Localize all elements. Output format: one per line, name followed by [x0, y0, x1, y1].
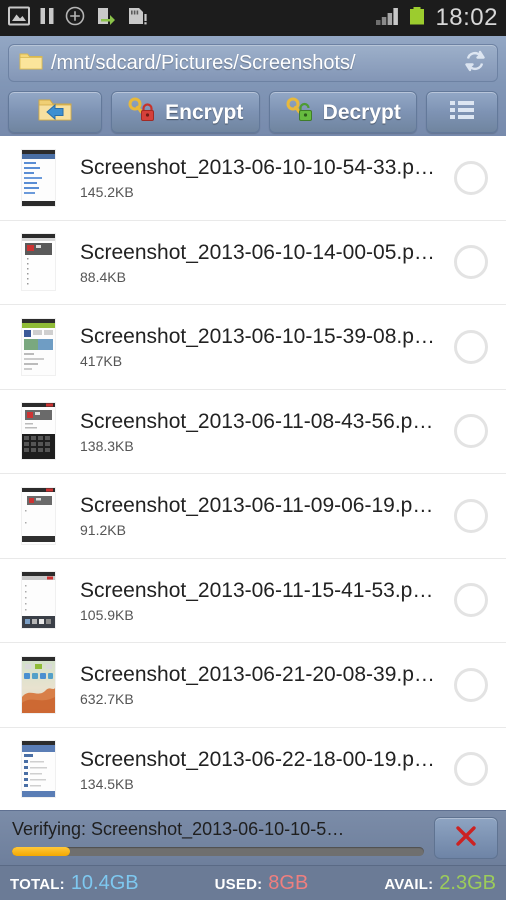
storage-available-label: AVAIL:	[384, 876, 434, 893]
storage-used: USED: 8GB	[139, 873, 385, 893]
sdcard-alert-icon	[126, 5, 148, 32]
status-bar-clock: 18:02	[435, 4, 498, 31]
file-row[interactable]: Screenshot_2013-06-21-20-08-39.p… 632.7K…	[0, 643, 506, 728]
file-size: 105.9KB	[80, 606, 134, 623]
file-select-checkbox[interactable]	[454, 752, 488, 787]
file-thumbnail	[14, 484, 62, 548]
file-info: Screenshot_2013-06-11-08-43-56.p… 138.3K…	[80, 410, 442, 453]
file-list[interactable]: Screenshot_2013-06-10-10-54-33.p… 145.2K…	[0, 136, 506, 810]
file-size: 134.5KB	[80, 775, 134, 792]
file-select-checkbox[interactable]	[454, 667, 488, 702]
storage-available: AVAIL: 2.3GB	[384, 873, 496, 893]
file-name: Screenshot_2013-06-11-09-06-19.p…	[80, 494, 434, 518]
gallery-icon	[8, 5, 30, 32]
file-thumbnail	[14, 399, 62, 463]
encrypt-button-label: Encrypt	[165, 100, 244, 124]
file-info: Screenshot_2013-06-11-15-41-53.p… 105.9K…	[80, 579, 442, 622]
file-size: 91.2KB	[80, 522, 126, 539]
usb-transfer-icon	[95, 5, 117, 32]
storage-used-value: 8GB	[268, 872, 309, 894]
storage-total: TOTAL: 10.4GB	[10, 873, 139, 893]
file-info: Screenshot_2013-06-11-09-06-19.p… 91.2KB	[80, 494, 442, 537]
battery-icon	[408, 5, 426, 32]
list-view-icon	[447, 98, 477, 127]
status-bar: 18:02	[0, 0, 506, 36]
file-row[interactable]: Screenshot_2013-06-11-15-41-53.p… 105.9K…	[0, 558, 506, 643]
folder-icon	[19, 50, 43, 77]
folder-back-icon	[36, 95, 74, 130]
signal-bars-icon	[375, 5, 401, 32]
progress-bar-track	[12, 846, 424, 856]
file-name: Screenshot_2013-06-10-15-39-08.p…	[80, 325, 435, 349]
file-name: Screenshot_2013-06-22-18-00-19.p…	[80, 747, 435, 771]
progress-panel: Verifying: Screenshot_2013-06-10-10-5…	[0, 810, 506, 865]
bottom-panel: Verifying: Screenshot_2013-06-10-10-5… T…	[0, 810, 506, 900]
refresh-icon[interactable]	[461, 48, 489, 79]
file-name: Screenshot_2013-06-11-15-41-53.p…	[80, 578, 434, 602]
header: /mnt/sdcard/Pictures/Screenshots/ Encryp…	[0, 36, 506, 142]
file-size: 88.4KB	[80, 268, 126, 285]
storage-total-value: 10.4GB	[70, 872, 139, 894]
list-view-button[interactable]	[426, 91, 499, 133]
status-bar-left-icons	[8, 5, 148, 32]
close-x-icon	[453, 823, 479, 854]
file-select-checkbox[interactable]	[454, 245, 488, 280]
file-select-checkbox[interactable]	[454, 583, 488, 618]
storage-available-value: 2.3GB	[439, 872, 496, 894]
file-info: Screenshot_2013-06-10-14-00-05.p… 88.4KB	[80, 241, 442, 284]
file-row[interactable]: Screenshot_2013-06-11-09-06-19.p… 91.2KB	[0, 474, 506, 559]
file-select-checkbox[interactable]	[454, 329, 488, 364]
progress-bar-fill	[12, 846, 70, 856]
key-unlock-green-icon	[285, 96, 315, 129]
file-info: Screenshot_2013-06-10-15-39-08.p… 417KB	[80, 325, 442, 368]
file-size: 138.3KB	[80, 437, 134, 454]
key-lock-red-icon	[127, 96, 157, 129]
file-row[interactable]: Screenshot_2013-06-10-10-54-33.p… 145.2K…	[0, 136, 506, 221]
path-bar[interactable]: /mnt/sdcard/Pictures/Screenshots/	[8, 44, 498, 82]
pause-icon	[39, 5, 55, 32]
file-thumbnail	[14, 737, 62, 801]
progress-status-text: Verifying: Screenshot_2013-06-10-10-5…	[12, 820, 345, 840]
file-name: Screenshot_2013-06-11-08-43-56.p…	[80, 409, 434, 433]
plus-circle-icon	[64, 5, 86, 32]
status-bar-right-icons: 18:02	[375, 5, 498, 32]
file-thumbnail	[14, 230, 62, 294]
file-row[interactable]: Screenshot_2013-06-11-08-43-56.p… 138.3K…	[0, 389, 506, 474]
file-info: Screenshot_2013-06-21-20-08-39.p… 632.7K…	[80, 663, 442, 706]
file-info: Screenshot_2013-06-22-18-00-19.p… 134.5K…	[80, 748, 442, 791]
file-thumbnail	[14, 653, 62, 717]
toolbar: Encrypt Decrypt	[8, 91, 499, 133]
file-row[interactable]: Screenshot_2013-06-10-15-39-08.p… 417KB	[0, 305, 506, 390]
decrypt-button[interactable]: Decrypt	[268, 91, 418, 133]
file-info: Screenshot_2013-06-10-10-54-33.p… 145.2K…	[80, 156, 442, 199]
file-row[interactable]: Screenshot_2013-06-22-18-00-19.p… 134.5K…	[0, 727, 506, 810]
file-size: 145.2KB	[80, 184, 134, 201]
file-thumbnail	[14, 146, 62, 210]
file-select-checkbox[interactable]	[454, 160, 488, 195]
file-size: 632.7KB	[80, 691, 134, 708]
file-name: Screenshot_2013-06-10-10-54-33.p…	[80, 156, 435, 180]
file-row[interactable]: Screenshot_2013-06-10-14-00-05.p… 88.4KB	[0, 220, 506, 305]
file-select-checkbox[interactable]	[454, 414, 488, 449]
progress-info: Verifying: Screenshot_2013-06-10-10-5…	[12, 820, 424, 856]
storage-info-bar: TOTAL: 10.4GB USED: 8GB AVAIL: 2.3GB	[0, 865, 506, 900]
current-path: /mnt/sdcard/Pictures/Screenshots/	[51, 53, 356, 73]
navigate-up-button[interactable]	[8, 91, 102, 133]
file-name: Screenshot_2013-06-21-20-08-39.p…	[80, 663, 435, 687]
storage-used-label: USED:	[214, 876, 263, 893]
file-name: Screenshot_2013-06-10-14-00-05.p…	[80, 240, 435, 264]
file-thumbnail	[14, 568, 62, 632]
encrypt-button[interactable]: Encrypt	[111, 91, 260, 133]
file-size: 417KB	[80, 353, 123, 370]
file-select-checkbox[interactable]	[454, 498, 488, 533]
file-thumbnail	[14, 315, 62, 379]
cancel-operation-button[interactable]	[434, 817, 498, 859]
storage-total-label: TOTAL:	[10, 876, 65, 893]
decrypt-button-label: Decrypt	[322, 100, 401, 124]
